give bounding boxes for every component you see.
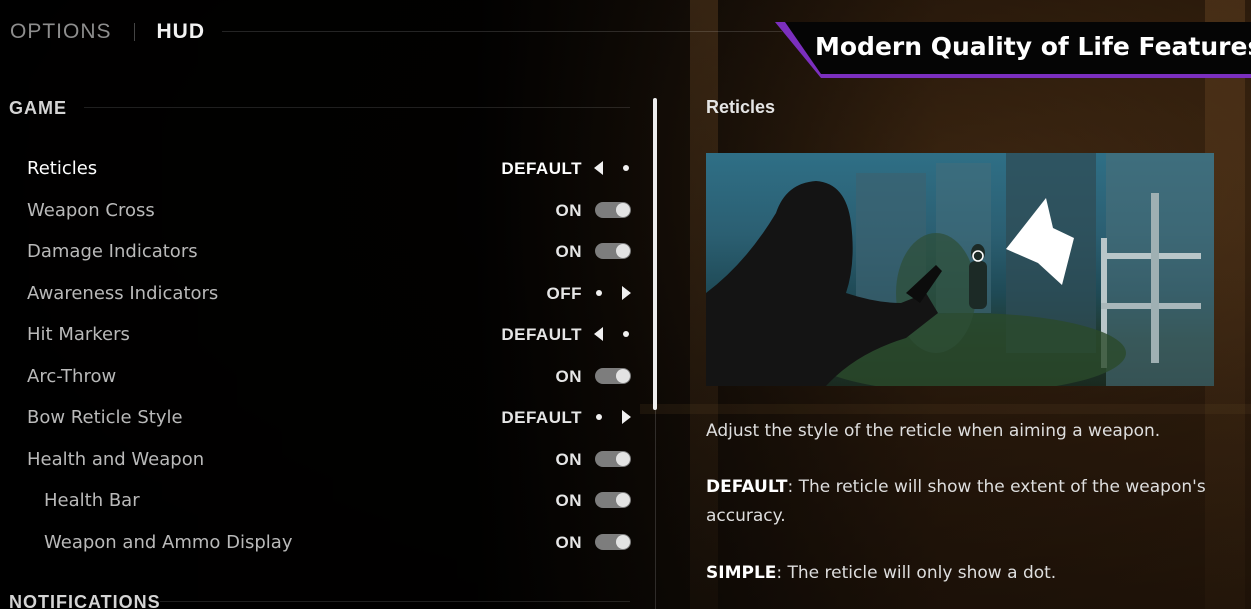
description-intro: Adjust the style of the reticle when aim… [706,421,1161,441]
toggle-switch[interactable] [595,201,631,218]
top-tabs: OPTIONS HUD [10,18,205,46]
toggle-switch[interactable] [595,492,631,508]
toggle-knob [616,202,630,217]
setting-value: ON [555,491,582,510]
toggle-knob [616,534,630,549]
section-divider [84,107,630,108]
section-divider [160,601,630,602]
banner-text: Modern Quality of Life Features [815,32,1251,61]
tab-hud[interactable]: HUD [157,20,206,44]
tab-options[interactable]: OPTIONS [10,20,112,44]
setting-row[interactable]: Damage Indicators ON [0,231,640,272]
background-bar [640,404,1251,414]
preview-scene [706,153,1214,386]
dot-icon [623,331,629,337]
caret-right-icon[interactable] [622,285,631,300]
toggle-switch[interactable] [595,450,631,467]
setting-label: Reticles [27,158,98,179]
setting-value: ON [555,449,582,469]
tabs-divider [222,31,782,32]
setting-label: Weapon and Ammo Display [44,531,293,553]
reticle-preview-image [706,153,1214,386]
dot-icon [596,414,602,420]
setting-label: Damage Indicators [27,241,198,262]
setting-label: Hit Markers [27,324,130,345]
setting-label: Awareness Indicators [27,282,219,304]
caret-right-icon[interactable] [622,410,631,424]
setting-value: ON [555,366,582,386]
caret-left-icon[interactable] [594,327,603,341]
setting-label: Weapon Cross [27,199,155,221]
setting-value: OFF [546,283,582,303]
setting-row[interactable]: Reticles DEFAULT [0,148,640,189]
description-title: Reticles [706,97,776,117]
setting-row[interactable]: Arc-Throw ON [0,356,640,397]
toggle-knob [616,368,630,383]
section-title-notifications: NOTIFICATIONS [9,592,161,609]
caret-left-icon[interactable] [594,161,603,175]
tab-separator [133,23,135,41]
dot-icon [596,289,602,296]
description-default: DEFAULT: The reticle will show the exten… [706,473,1206,531]
setting-label: Health Bar [44,490,140,511]
setting-label: Arc-Throw [27,365,117,387]
feature-banner: Modern Quality of Life Features [775,22,1251,78]
toggle-knob [616,244,630,258]
toggle-knob [616,451,630,466]
setting-value: DEFAULT [501,325,582,344]
scrollbar-thumb[interactable] [653,98,657,410]
dot-icon [623,165,629,171]
setting-value: ON [555,242,582,261]
setting-row[interactable]: Health and Weapon ON [0,439,640,480]
description-simple-text: : The reticle will only show a dot. [776,563,1057,583]
setting-row[interactable]: Weapon and Ammo Display ON [0,522,640,563]
setting-row[interactable]: Awareness Indicators OFF [0,273,640,314]
description-simple: SIMPLE: The reticle will only show a dot… [706,559,1206,588]
setting-label: Health and Weapon [27,448,205,470]
setting-row[interactable]: Weapon Cross ON [0,190,640,231]
setting-row[interactable]: Hit Markers DEFAULT [0,314,640,355]
description-simple-key: SIMPLE [706,563,777,583]
setting-value: DEFAULT [501,408,582,427]
toggle-knob [616,493,630,507]
toggle-switch[interactable] [595,533,631,550]
description-default-key: DEFAULT [706,477,788,497]
setting-value: DEFAULT [501,159,582,178]
setting-row[interactable]: Bow Reticle Style DEFAULT [0,397,640,438]
setting-value: ON [555,532,582,552]
toggle-switch[interactable] [595,243,631,259]
toggle-switch[interactable] [595,367,631,384]
setting-row[interactable]: Health Bar ON [0,480,640,521]
setting-value: ON [555,200,582,220]
setting-label: Bow Reticle Style [27,407,183,428]
section-title-game: GAME [9,98,67,118]
